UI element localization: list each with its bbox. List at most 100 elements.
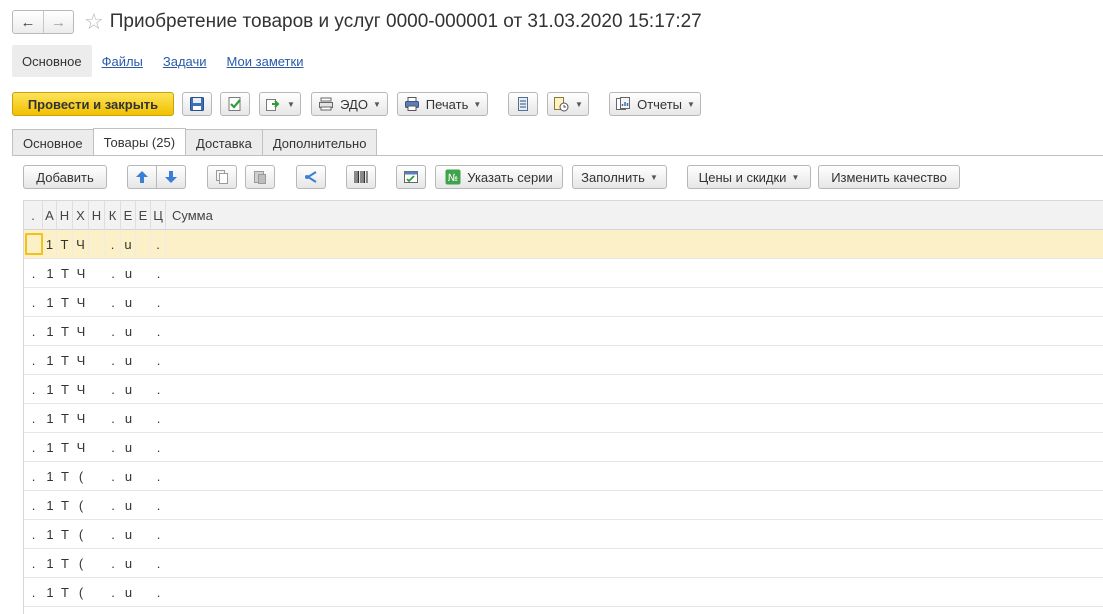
table-cell[interactable]: Т <box>57 317 73 345</box>
table-cell[interactable]: u <box>121 375 136 403</box>
table-cell[interactable]: Ч <box>73 230 89 258</box>
history-button[interactable]: ▼ <box>547 92 589 116</box>
table-cell[interactable] <box>166 404 1026 432</box>
table-cell[interactable]: u <box>121 433 136 461</box>
change-quality-button[interactable]: Изменить качество <box>818 165 960 189</box>
table-cell[interactable]: 1 <box>43 375 57 403</box>
table-cell[interactable]: 1 <box>43 230 57 258</box>
table-cell[interactable]: Т <box>57 259 73 287</box>
table-cell[interactable]: 1 <box>43 462 57 490</box>
save-button[interactable] <box>182 92 212 116</box>
create-based-on-button[interactable]: ▼ <box>259 92 301 116</box>
table-cell[interactable]: Т <box>57 462 73 490</box>
table-cell[interactable]: ( <box>73 491 89 519</box>
table-row[interactable]: .1ТЧ.u. <box>24 346 1103 375</box>
table-cell[interactable] <box>166 375 1026 403</box>
move-down-button[interactable] <box>156 165 186 189</box>
table-cell[interactable]: Ч <box>73 404 89 432</box>
table-cell[interactable]: Ч <box>73 259 89 287</box>
table-row[interactable]: .1ТЧ.u. <box>24 433 1103 462</box>
table-cell[interactable] <box>136 578 151 606</box>
split-row-button[interactable] <box>296 165 326 189</box>
table-cell[interactable] <box>89 578 105 606</box>
table-cell[interactable]: Т <box>57 578 73 606</box>
table-cell[interactable]: Т <box>57 375 73 403</box>
table-cell[interactable]: . <box>105 491 121 519</box>
table-cell[interactable]: . <box>151 578 166 606</box>
table-cell[interactable]: Ч <box>73 288 89 316</box>
post-and-close-button[interactable]: Провести и закрыть <box>12 92 174 116</box>
column-header[interactable]: Н <box>89 201 105 230</box>
table-cell[interactable]: Ч <box>73 346 89 374</box>
table-row[interactable]: . 1 Т(. u. <box>24 549 1103 578</box>
table-cell[interactable]: ( <box>73 578 89 606</box>
table-cell[interactable] <box>89 491 105 519</box>
table-cell[interactable] <box>136 375 151 403</box>
table-cell[interactable]: . <box>151 433 166 461</box>
table-cell[interactable]: . <box>151 404 166 432</box>
table-row[interactable]: . 1 Т(. u. <box>24 491 1103 520</box>
table-cell[interactable] <box>136 549 151 577</box>
table-cell[interactable] <box>166 288 1026 316</box>
table-cell[interactable] <box>136 404 151 432</box>
table-cell[interactable]: . <box>105 578 121 606</box>
table-cell[interactable]: . <box>151 491 166 519</box>
fill-button[interactable]: Заполнить ▼ <box>572 165 667 189</box>
table-cell[interactable]: . <box>24 491 43 519</box>
table-cell[interactable]: . <box>24 549 43 577</box>
table-cell[interactable] <box>166 462 1026 490</box>
table-row[interactable]: . 1 Т(. u. <box>24 520 1103 549</box>
table-cell[interactable]: 1 <box>43 346 57 374</box>
table-cell[interactable]: Ч <box>73 375 89 403</box>
table-cell[interactable]: 1 <box>43 578 57 606</box>
table-row[interactable]: . 1 Т(. u. <box>24 578 1103 607</box>
forward-button[interactable]: → <box>43 11 73 33</box>
table-cell[interactable]: . <box>24 433 43 461</box>
table-cell[interactable]: . <box>151 259 166 287</box>
table-cell[interactable]: u <box>121 462 136 490</box>
table-cell[interactable] <box>89 230 105 258</box>
table-cell[interactable]: Т <box>57 491 73 519</box>
table-cell[interactable]: Ч <box>73 433 89 461</box>
table-cell[interactable]: ( <box>73 549 89 577</box>
table-cell[interactable] <box>89 549 105 577</box>
move-up-button[interactable] <box>127 165 157 189</box>
paste-row-button[interactable] <box>245 165 275 189</box>
table-cell[interactable]: . <box>151 288 166 316</box>
table-cell[interactable]: Т <box>57 288 73 316</box>
reports-button[interactable]: Отчеты ▼ <box>609 92 701 116</box>
barcode-button[interactable] <box>346 165 376 189</box>
table-row[interactable]: . 1 Т(. u. <box>24 462 1103 491</box>
table-cell[interactable] <box>166 491 1026 519</box>
table-cell[interactable]: . <box>24 520 43 548</box>
table-cell[interactable]: . <box>105 259 121 287</box>
tab-goods[interactable]: Товары (25) <box>92 128 187 156</box>
section-tab-notes[interactable]: Мои заметки <box>217 45 314 77</box>
print-button[interactable]: Печать ▼ <box>397 92 488 116</box>
prices-discounts-button[interactable]: Цены и скидки ▼ <box>687 165 811 189</box>
back-button[interactable]: ← <box>13 11 43 33</box>
copy-row-button[interactable] <box>207 165 237 189</box>
table-cell[interactable]: . <box>105 230 121 258</box>
table-cell[interactable]: u <box>121 404 136 432</box>
table-cell[interactable]: . <box>151 317 166 345</box>
column-header[interactable]: А <box>43 201 57 230</box>
edo-button[interactable]: ЭДО ▼ <box>311 92 388 116</box>
table-cell[interactable]: . <box>105 462 121 490</box>
table-row[interactable]: .1ТЧ.u. <box>24 259 1103 288</box>
table-cell[interactable]: . <box>105 317 121 345</box>
tab-delivery[interactable]: Доставка <box>185 129 263 156</box>
table-cell[interactable]: . <box>24 288 43 316</box>
column-header[interactable]: Ц <box>151 201 166 230</box>
table-cell[interactable]: ( <box>73 462 89 490</box>
table-cell[interactable] <box>136 520 151 548</box>
section-tab-files[interactable]: Файлы <box>92 45 153 77</box>
column-header[interactable]: . <box>24 201 43 230</box>
table-cell[interactable] <box>136 491 151 519</box>
table-cell[interactable] <box>166 549 1026 577</box>
column-header[interactable]: Сумма <box>166 201 1026 230</box>
table-cell[interactable] <box>166 259 1026 287</box>
column-header[interactable]: Е <box>136 201 151 230</box>
table-cell[interactable] <box>166 578 1026 606</box>
table-cell[interactable]: . <box>105 346 121 374</box>
